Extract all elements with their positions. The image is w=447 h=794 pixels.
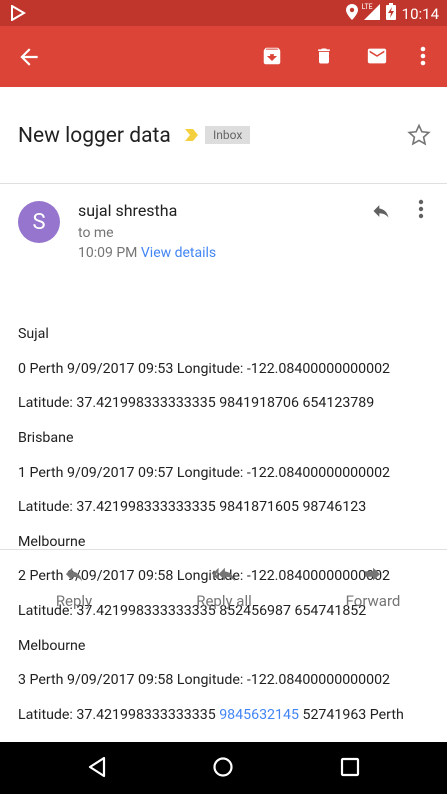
body-line: Brisbane [18,430,74,447]
body-line: 3 Perth 9/09/2017 09:58 Longitude: -122.… [18,672,391,689]
reply-all-button[interactable]: Reply all [188,566,260,610]
network-label: LTE [361,2,373,11]
forward-button[interactable]: Forward [337,566,409,610]
status-bar: LTE 10:14 [0,0,447,26]
reply-button[interactable]: Reply [44,566,104,610]
signal-icon: LTE [361,2,380,24]
body-text: Latitude: 37.421998333333335 [18,706,220,723]
battery-icon [385,3,396,24]
view-details-link[interactable]: View details [141,245,216,261]
star-icon[interactable] [407,123,431,151]
divider [0,549,447,550]
recipient-summary: to me [78,225,114,241]
archive-icon[interactable] [258,42,286,70]
email-time: 10:09 PM View details [78,245,216,261]
body-line-last: Latitude: 37.421998333333335 9845632145 … [18,707,438,724]
avatar[interactable]: S [18,201,60,243]
app-toolbar [0,26,447,87]
body-line: Melbourne [18,637,86,654]
more-vert-icon[interactable] [418,199,424,223]
body-line: 0 Perth 9/09/2017 09:53 Longitude: -122.… [18,360,391,377]
location-icon [345,3,358,24]
body-line: Sujal [18,326,49,343]
phone-link[interactable]: 9845632145 [219,707,299,723]
reply-actions: Reply Reply all Forward [0,560,447,620]
sender-name: sujal shrestha [78,201,178,220]
sender-header: S sujal shrestha to me 10:09 PM View det… [0,183,447,273]
importance-marker-icon[interactable] [183,127,199,147]
back-nav-icon[interactable] [86,756,108,782]
recents-nav-icon[interactable] [339,756,361,782]
body-text: 52741963 Perth [298,706,404,723]
body-line: Latitude: 37.421998333333335 9841918706 … [18,395,375,412]
mail-icon[interactable] [363,42,391,70]
forward-label: Forward [345,592,401,610]
email-time-label: 10:09 PM [78,245,138,261]
trash-icon[interactable] [310,42,338,70]
system-nav-bar [0,742,447,794]
play-store-icon [10,4,26,25]
email-body: Sujal 0 Perth 9/09/2017 09:53 Longitude:… [18,309,438,741]
body-line: Latitude: 37.421998333333335 9841871605 … [18,499,367,516]
email-subject: New logger data [18,124,171,148]
body-line: 1 Perth 9/09/2017 09:57 Longitude: -122.… [18,464,391,481]
back-arrow-icon[interactable] [16,44,42,74]
reply-label: Reply [55,592,93,610]
clock: 10:14 [401,4,439,23]
more-vert-icon[interactable] [409,42,437,70]
reply-all-label: Reply all [196,592,252,610]
subject-row: New logger data Inbox [0,87,447,184]
home-nav-icon[interactable] [212,756,234,782]
label-badge[interactable]: Inbox [205,126,251,144]
reply-icon[interactable] [370,201,392,225]
